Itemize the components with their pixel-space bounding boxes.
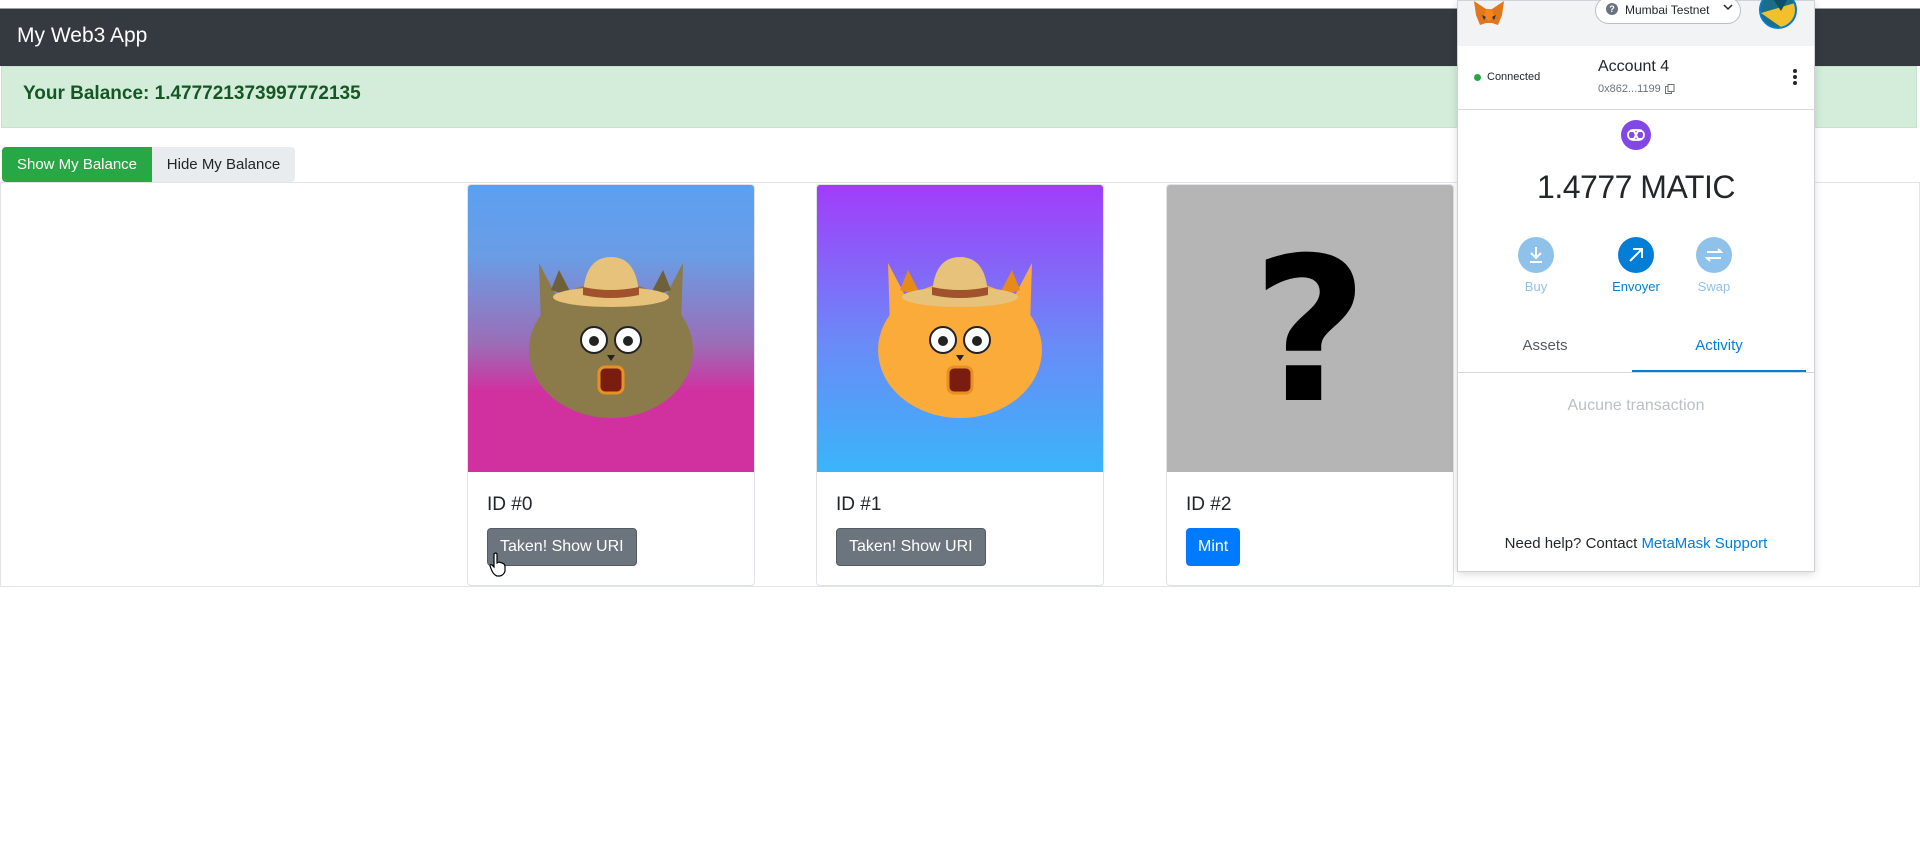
- hide-balance-button[interactable]: Hide My Balance: [152, 147, 295, 182]
- show-uri-button[interactable]: Taken! Show URI: [487, 528, 637, 566]
- help-text: Need help? Contact: [1504, 535, 1642, 552]
- send-button[interactable]: Envoyer: [1606, 237, 1666, 294]
- kebab-menu-icon[interactable]: [1792, 68, 1798, 86]
- nft-id-label: ID #1: [836, 494, 882, 515]
- cowboy-cat-orange-image: [817, 185, 1103, 472]
- network-name: Mumbai Testnet: [1625, 3, 1710, 17]
- account-bar: Connected Account 4 0x862...1199: [1458, 46, 1814, 110]
- arrow-up-right-icon: [1618, 237, 1654, 273]
- tab-activity[interactable]: Activity: [1632, 326, 1806, 372]
- nft-card: ID #0 Taken! Show URI: [467, 184, 755, 586]
- app-title[interactable]: My Web3 App: [17, 24, 147, 48]
- svg-text:?: ?: [1252, 215, 1368, 448]
- matic-logo-icon: [1621, 120, 1651, 150]
- nft-card: ? ID #2 Mint: [1166, 184, 1454, 586]
- nft-id-label: ID #2: [1186, 494, 1232, 515]
- buy-label: Buy: [1524, 279, 1548, 294]
- account-avatar[interactable]: [1759, 0, 1797, 29]
- nft-card: ID #1 Taken! Show URI: [816, 184, 1104, 586]
- swap-label: Swap: [1697, 279, 1731, 294]
- tab-assets[interactable]: Assets: [1458, 326, 1632, 372]
- empty-activity-message: Aucune transaction: [1567, 397, 1705, 414]
- help-footer: Need help? Contact MetaMask Support: [1458, 535, 1814, 552]
- cowboy-cat-olive-image: [468, 185, 754, 472]
- metamask-support-link[interactable]: MetaMask Support: [1641, 535, 1767, 552]
- send-label: Envoyer: [1612, 279, 1660, 294]
- balance-text: Your Balance: 1.477721373997772135: [23, 83, 361, 104]
- network-selector[interactable]: ? Mumbai Testnet: [1595, 0, 1741, 24]
- question-mark-image: ?: [1167, 185, 1453, 472]
- help-circle-icon: ?: [1606, 3, 1618, 15]
- metamask-header: ? Mumbai Testnet: [1458, 0, 1814, 46]
- account-address[interactable]: 0x862...1199: [1598, 83, 1661, 95]
- metamask-popup: ? Mumbai Testnet Connected Account 4 0x8…: [1457, 0, 1815, 572]
- account-name: Account 4: [1598, 58, 1670, 75]
- token-balance: 1.4777 MATIC: [1537, 169, 1735, 205]
- show-balance-button[interactable]: Show My Balance: [2, 147, 152, 182]
- nft-id-label: ID #0: [487, 494, 533, 515]
- swap-icon: [1696, 237, 1732, 273]
- connection-status[interactable]: Connected: [1487, 71, 1540, 83]
- hand-cursor-icon: [489, 552, 506, 577]
- mint-button[interactable]: Mint: [1186, 528, 1241, 566]
- chevron-down-icon: [1723, 4, 1733, 11]
- metamask-fox-icon[interactable]: [1472, 1, 1506, 27]
- copy-icon[interactable]: [1665, 84, 1675, 94]
- wallet-tabs: Assets Activity: [1458, 326, 1814, 373]
- connected-status-dot: [1474, 74, 1481, 81]
- buy-button[interactable]: Buy: [1506, 237, 1566, 294]
- show-uri-button[interactable]: Taken! Show URI: [836, 528, 986, 566]
- swap-button[interactable]: Swap: [1684, 237, 1744, 294]
- download-icon: [1518, 237, 1554, 273]
